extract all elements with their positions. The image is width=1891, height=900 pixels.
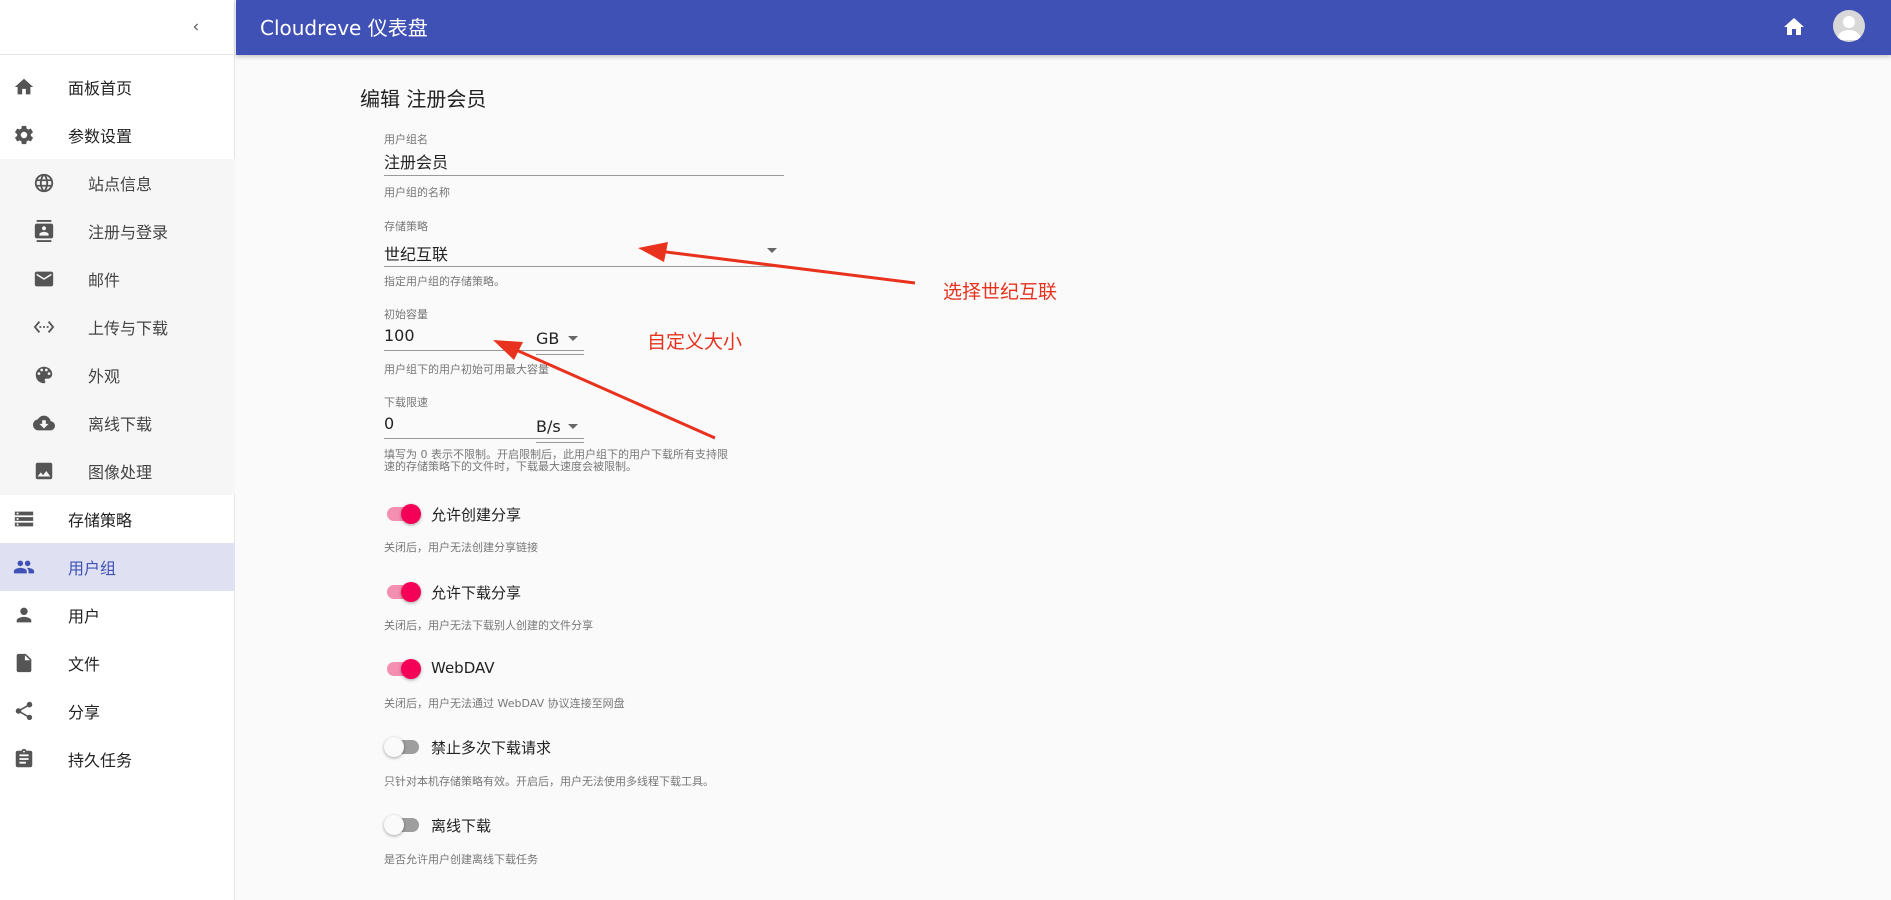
annotation-select-policy: 选择世纪互联: [943, 281, 1058, 303]
arrow-to-capacity: [493, 340, 716, 440]
annotation-custom-size: 自定义大小: [647, 331, 743, 353]
annotation-arrows: [493, 242, 916, 440]
arrow-to-storage-policy: [638, 242, 916, 285]
